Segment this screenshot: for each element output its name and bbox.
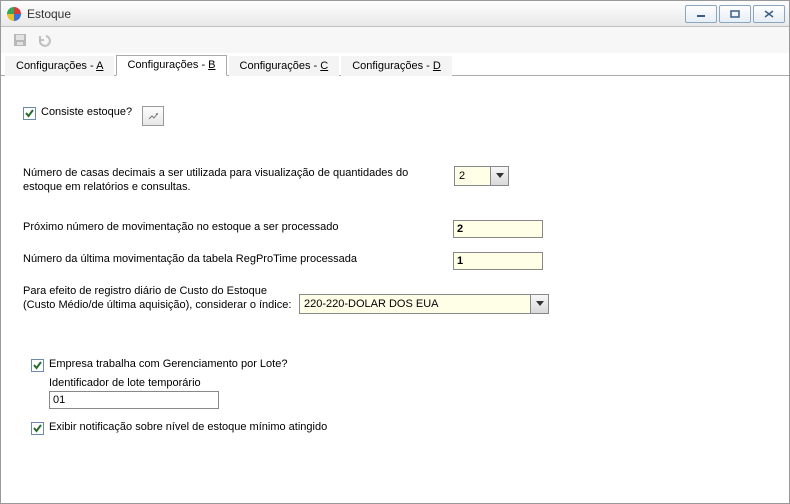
ultima-mov-input[interactable]: [453, 252, 543, 270]
decimais-label: Número de casas decimais a ser utilizada…: [23, 166, 438, 194]
ultima-mov-label: Número da última movimentação da tabela …: [23, 252, 453, 266]
undo-icon[interactable]: [35, 31, 53, 49]
custo-indice-value: 220-220-DOLAR DOS EUA: [300, 298, 530, 310]
decimais-select[interactable]: 2: [454, 166, 509, 186]
custo-indice-select[interactable]: 220-220-DOLAR DOS EUA: [299, 294, 549, 314]
tab-config-c[interactable]: Configurações - C: [229, 56, 340, 76]
tab-label: Configurações -: [16, 60, 96, 72]
window-title: Estoque: [27, 7, 685, 21]
app-icon: [7, 7, 21, 21]
minimize-button[interactable]: [685, 5, 717, 23]
proximo-mov-input[interactable]: [453, 220, 543, 238]
lote-label: Empresa trabalha com Gerenciamento por L…: [49, 358, 287, 370]
min-checkbox[interactable]: [31, 422, 44, 435]
proximo-mov-label: Próximo número de movimentação no estoqu…: [23, 220, 453, 234]
decimais-value: 2: [455, 170, 490, 182]
tab-hotkey: D: [433, 60, 441, 72]
min-label: Exibir notificação sobre nível de estoqu…: [49, 421, 327, 433]
window: Estoque: [0, 0, 790, 504]
lote-id-input[interactable]: [49, 391, 219, 409]
tab-content: Consiste estoque? Número de casas decima…: [1, 76, 789, 458]
tab-label: Configurações -: [352, 60, 433, 72]
lote-id-label: Identificador de lote temporário: [49, 377, 769, 389]
maximize-button[interactable]: [719, 5, 751, 23]
tab-hotkey: C: [320, 60, 328, 72]
tab-hotkey: A: [96, 60, 103, 72]
titlebar: Estoque: [1, 1, 789, 27]
tabstrip: Configurações - A Configurações - B Conf…: [1, 53, 789, 76]
custo-label-line1: Para efeito de registro diário de Custo …: [23, 284, 293, 298]
consiste-label: Consiste estoque?: [41, 106, 132, 118]
toolbar: [1, 27, 789, 53]
save-icon[interactable]: [11, 31, 29, 49]
lote-checkbox[interactable]: [31, 359, 44, 372]
tab-hotkey: B: [208, 59, 215, 71]
consiste-checkbox[interactable]: [23, 107, 36, 120]
tab-config-d[interactable]: Configurações - D: [341, 56, 452, 76]
tab-config-a[interactable]: Configurações - A: [5, 56, 114, 76]
close-button[interactable]: [753, 5, 785, 23]
tab-label: Configurações -: [127, 59, 208, 71]
custo-label-line2: (Custo Médio/de última aquisição), consi…: [23, 298, 293, 312]
chevron-down-icon: [490, 167, 508, 185]
chevron-down-icon: [530, 295, 548, 313]
tab-label: Configurações -: [240, 60, 321, 72]
consiste-lookup-button[interactable]: [142, 106, 164, 126]
window-controls: [685, 5, 785, 23]
tab-config-b[interactable]: Configurações - B: [116, 55, 226, 76]
